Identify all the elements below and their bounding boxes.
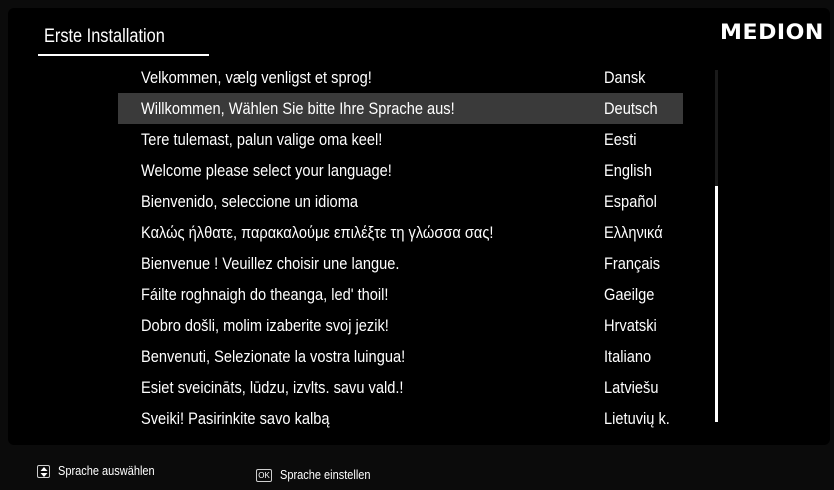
hint-select-language: Sprache auswählen: [37, 464, 168, 478]
language-name: Dansk: [604, 67, 646, 87]
language-option-english[interactable]: Welcome please select your language! Eng…: [118, 155, 683, 186]
language-name: Gaeilge: [604, 284, 655, 304]
language-greeting: Velkommen, vælg venligst et sprog!: [141, 67, 372, 87]
hint-confirm-language: OK Sprache einstellen: [256, 468, 383, 482]
language-greeting: Welcome please select your language!: [141, 160, 392, 180]
medion-logo: MEDION: [720, 20, 824, 44]
language-greeting: Tere tulemast, palun valige oma keel!: [141, 129, 383, 149]
footer-hint-bar: Sprache auswählen OK Sprache einstellen: [0, 452, 834, 490]
language-option-latviesu[interactable]: Esiet sveicināts, lūdzu, izvlts. savu va…: [118, 372, 683, 403]
scrollbar-track[interactable]: [715, 70, 718, 422]
language-option-espanol[interactable]: Bienvenido, seleccione un idioma Español: [118, 186, 683, 217]
language-greeting: Bienvenido, seleccione un idioma: [141, 191, 359, 211]
page-title: Erste Installation: [44, 26, 165, 47]
scrollbar-thumb[interactable]: [715, 186, 718, 422]
language-name: Deutsch: [604, 98, 658, 118]
language-name: Hrvatski: [604, 315, 657, 335]
tv-screen: Erste Installation MEDION Velkommen, væl…: [0, 0, 834, 490]
language-option-hrvatski[interactable]: Dobro došli, molim izaberite svoj jezik!…: [118, 310, 683, 341]
language-list: Velkommen, vælg venligst et sprog! Dansk…: [118, 62, 683, 434]
ok-key-icon: OK: [256, 468, 272, 482]
language-name: Français: [604, 253, 661, 273]
language-option-gaeilge[interactable]: Fáilte roghnaigh do theanga, led' thoil!…: [118, 279, 683, 310]
language-option-deutsch[interactable]: Willkommen, Wählen Sie bitte Ihre Sprach…: [118, 93, 683, 124]
language-greeting: Bienvenue ! Veuillez choisir une langue.: [141, 253, 400, 273]
language-option-eesti[interactable]: Tere tulemast, palun valige oma keel! Ee…: [118, 124, 683, 155]
language-greeting: Καλώς ήλθατε, παρακαλούμε επιλέξτε τη γλ…: [141, 222, 494, 242]
language-greeting: Fáilte roghnaigh do theanga, led' thoil!: [141, 284, 389, 304]
language-name: Eesti: [604, 129, 637, 149]
language-option-italiano[interactable]: Benvenuti, Selezionate la vostra luingua…: [118, 341, 683, 372]
language-greeting: Benvenuti, Selezionate la vostra luingua…: [141, 346, 406, 366]
language-name: Lietuvių k.: [604, 408, 670, 428]
language-name: Ελληνικά: [604, 222, 663, 242]
language-name: Italiano: [604, 346, 652, 366]
language-name: Español: [604, 191, 657, 211]
language-greeting: Esiet sveicināts, lūdzu, izvlts. savu va…: [141, 377, 404, 397]
language-option-lietuviu[interactable]: Sveiki! Pasirinkite savo kalbą Lietuvių …: [118, 403, 683, 434]
hint-confirm-label: Sprache einstellen: [280, 468, 371, 482]
language-option-dansk[interactable]: Velkommen, vælg venligst et sprog! Dansk: [118, 62, 683, 93]
title-underline: [38, 54, 209, 56]
hint-select-label: Sprache auswählen: [58, 464, 155, 478]
language-name: Latviešu: [604, 377, 659, 397]
language-greeting: Willkommen, Wählen Sie bitte Ihre Sprach…: [141, 98, 455, 118]
language-name: English: [604, 160, 652, 180]
up-down-key-icon: [37, 464, 50, 478]
language-option-greek[interactable]: Καλώς ήλθατε, παρακαλούμε επιλέξτε τη γλ…: [118, 217, 683, 248]
language-greeting: Sveiki! Pasirinkite savo kalbą: [141, 408, 330, 428]
language-option-francais[interactable]: Bienvenue ! Veuillez choisir une langue.…: [118, 248, 683, 279]
language-greeting: Dobro došli, molim izaberite svoj jezik!: [141, 315, 389, 335]
